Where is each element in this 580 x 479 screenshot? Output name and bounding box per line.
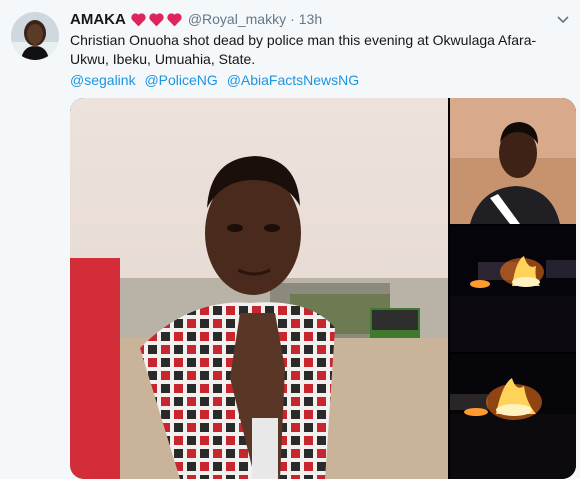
mention-link[interactable]: @AbiaFactsNewsNG [227,72,359,88]
display-name[interactable]: AMAKA [70,11,126,28]
heart-icon [131,12,146,26]
handle[interactable]: @Royal_makky [188,11,286,27]
chevron-down-icon[interactable] [555,11,571,27]
photo-image [70,98,448,479]
mention-link[interactable]: @segalink [70,72,136,88]
mentions: @segalink @PoliceNG @AbiaFactsNewsNG [70,71,364,90]
photo-fire-night-2[interactable] [450,354,576,479]
separator: · [290,11,295,27]
tweet-text: Christian Onuoha shot dead by police man… [70,32,537,67]
avatar[interactable] [11,12,59,60]
avatar-image [11,12,59,60]
photo-fire-night-1[interactable] [450,226,576,352]
heart-icon [149,12,164,26]
photo-selfie-small[interactable] [450,98,576,224]
heart-icon [167,12,182,26]
media-grid [70,98,576,479]
photo-selfie-main[interactable] [70,98,448,479]
heart-emojis [130,12,184,27]
tweet-header: AMAKA @Royal_makky · 13h [70,9,550,29]
mention-link[interactable]: @PoliceNG [144,72,217,88]
timestamp[interactable]: 13h [299,11,322,27]
photo-image [450,226,576,352]
tweet[interactable]: AMAKA @Royal_makky · 13h Christian Onuoh… [0,0,580,479]
photo-image [450,98,576,224]
photo-image [450,354,576,479]
